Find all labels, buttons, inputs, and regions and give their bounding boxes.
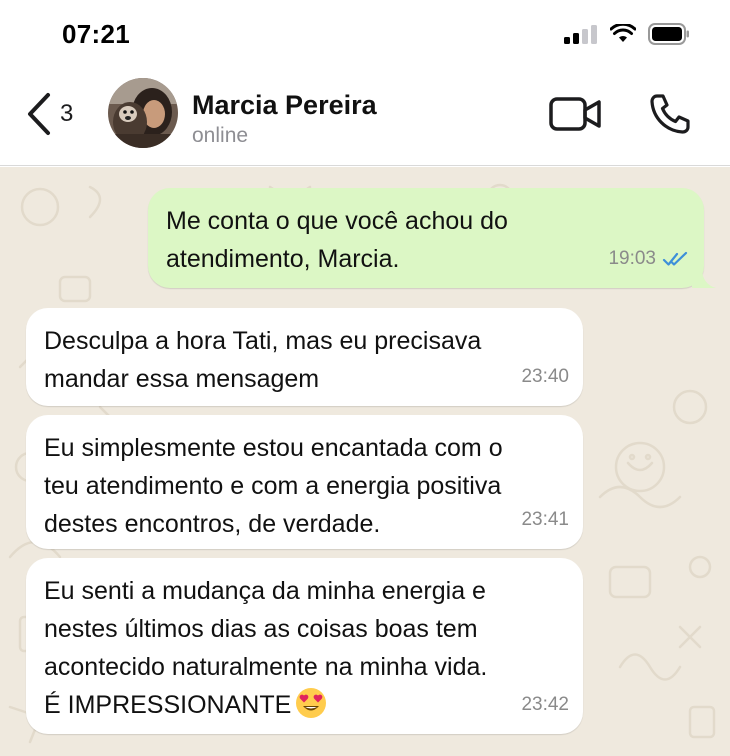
- phone-icon: [650, 94, 690, 134]
- message-meta: 23:40: [521, 358, 569, 396]
- chat-area[interactable]: Me conta o que você achou do atendimento…: [0, 167, 730, 756]
- message-meta: 23:42: [521, 686, 569, 724]
- unread-count: 3: [60, 100, 74, 127]
- double-check-icon: [662, 251, 688, 266]
- avatar[interactable]: [108, 78, 178, 148]
- message-text-wrap: Eu senti a mudança da minha energia e ne…: [44, 572, 565, 724]
- message-incoming[interactable]: Eu simplesmente estou encantada com o te…: [26, 415, 583, 549]
- message-time: 19:03: [608, 248, 656, 269]
- back-button[interactable]: 3: [26, 92, 73, 136]
- contact-name[interactable]: Marcia Pereira: [192, 90, 377, 121]
- video-call-icon: [549, 97, 601, 131]
- status-time: 07:21: [62, 19, 130, 49]
- signal-icon: [564, 25, 597, 44]
- message-text: Eu simplesmente estou encantada com o te…: [44, 434, 503, 538]
- message-meta: 19:03: [608, 240, 690, 278]
- message-incoming[interactable]: Desculpa a hora Tati, mas eu precisava m…: [26, 308, 583, 406]
- chat-header: 3 Marcia Pereira online: [0, 66, 730, 166]
- bubble-tail-outgoing: [692, 268, 716, 288]
- message-meta: 23:41: [521, 501, 569, 539]
- chevron-left-icon: [28, 93, 50, 135]
- message-outgoing[interactable]: Me conta o que você achou do atendimento…: [148, 188, 704, 288]
- message-time: 23:40: [521, 366, 569, 387]
- message-text: Desculpa a hora Tati, mas eu precisava m…: [44, 327, 482, 393]
- video-call-button[interactable]: [548, 94, 604, 134]
- message-text: Eu senti a mudança da minha energia e ne…: [44, 577, 488, 719]
- wifi-icon: [610, 24, 636, 42]
- status-icons: [564, 22, 690, 46]
- contact-status: online: [192, 124, 249, 147]
- status-bar: 07:21: [0, 0, 730, 66]
- message-incoming[interactable]: Eu senti a mudança da minha energia e ne…: [26, 558, 583, 734]
- battery-icon: [648, 23, 689, 45]
- message-time: 23:42: [521, 694, 569, 715]
- message-time: 23:41: [521, 509, 569, 530]
- voice-call-button[interactable]: [648, 92, 692, 136]
- heart-eyes-emoji: [296, 688, 327, 718]
